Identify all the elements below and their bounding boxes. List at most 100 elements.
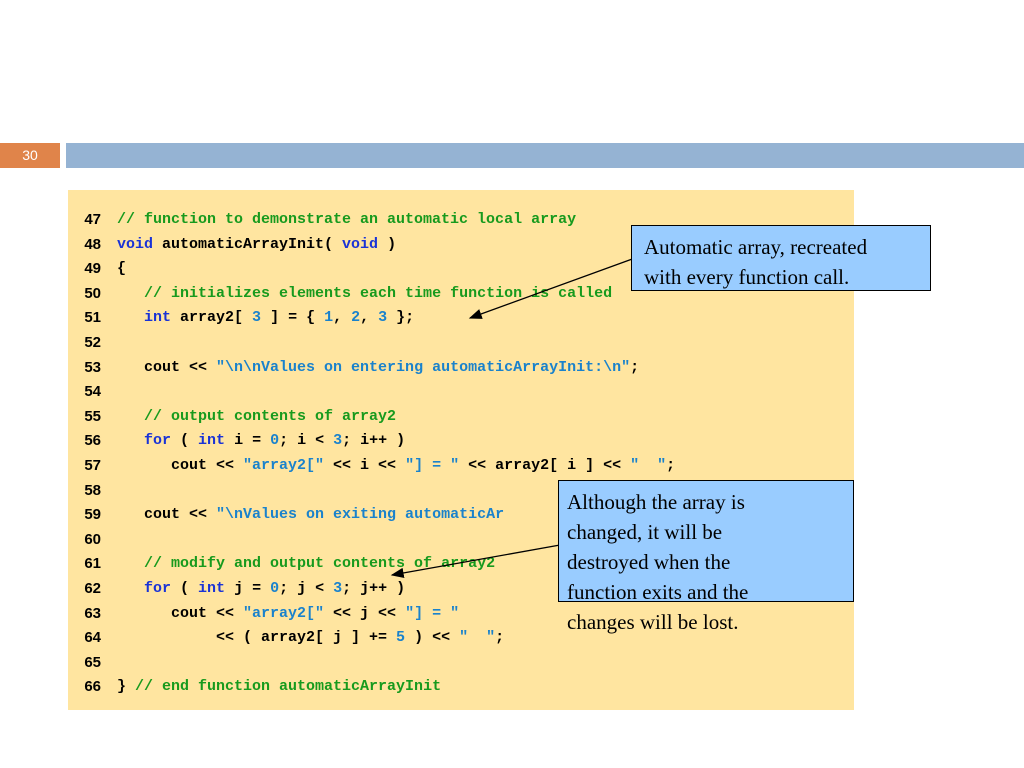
code-text: int array2[ 3 ] = { 1, 2, 3 }; (117, 306, 414, 330)
code-string: "array2[" (243, 604, 325, 622)
code-token: j = (225, 580, 271, 597)
line-number: 49 (84, 260, 101, 278)
line-number: 63 (84, 604, 101, 622)
code-line: 55 // output contents of array2 (0, 405, 800, 429)
code-text: { (117, 257, 126, 281)
code-text: void automaticArrayInit( void ) (117, 233, 396, 257)
code-token: automaticArrayInit( (153, 235, 343, 253)
code-text: cout << "\n\nValues on entering automati… (117, 356, 639, 380)
code-token: cout << (117, 506, 217, 524)
line-number: 60 (84, 530, 101, 548)
code-number: 0 (270, 580, 280, 597)
code-line: 51 int array2[ 3 ] = { 1, 2, 3 }; (0, 306, 800, 330)
code-token: cout << (117, 457, 244, 474)
callout-array-destroyed-line2: changed, it will be (567, 520, 723, 544)
code-comment: // function to demonstrate an automatic … (117, 211, 577, 228)
code-text: // modify and output contents of array2 (117, 552, 495, 576)
line-number: 52 (84, 334, 101, 351)
line-number: 57 (84, 457, 101, 474)
code-number: 1 (324, 309, 334, 327)
callout-array-destroyed-line5: changes will be lost. (567, 610, 739, 634)
code-token: ] = { (261, 309, 325, 327)
code-number: 0 (270, 432, 280, 450)
code-text: cout << "array2[" << i << "] = " << arra… (117, 454, 675, 478)
code-token: ) (378, 235, 397, 253)
code-string: "] = " (405, 604, 460, 622)
code-token: ( (171, 432, 199, 450)
code-token: << j << (324, 604, 406, 622)
line-number: 58 (84, 481, 101, 499)
callout-array-destroyed-line1: Although the array is (567, 490, 745, 514)
code-number: 3 (333, 580, 343, 597)
code-number: 3 (378, 309, 388, 327)
code-number: 2 (351, 309, 361, 327)
code-token: << array2[ i ] << (459, 457, 631, 474)
code-token: ( (171, 580, 199, 597)
code-line: 66} // end function automaticArrayInit (0, 675, 800, 699)
code-line: 56 for ( int i = 0; i < 3; i++ ) (0, 429, 800, 453)
title-bar (66, 143, 1024, 168)
code-token: ; (630, 358, 640, 376)
code-comment: // end function automaticArrayInit (135, 678, 442, 696)
code-string: "\nValues on exiting automaticAr (216, 506, 505, 524)
line-number: 56 (84, 432, 101, 450)
code-text: << ( array2[ j ] += 5 ) << " "; (117, 626, 504, 650)
code-token: cout << (117, 604, 244, 622)
code-text: for ( int i = 0; i < 3; i++ ) (117, 429, 405, 453)
code-token: , (333, 309, 352, 327)
line-number: 59 (84, 506, 101, 524)
line-number: 54 (84, 383, 101, 401)
code-token: }; (387, 309, 415, 327)
code-token: ; i < (279, 432, 334, 450)
code-token: << i << (324, 457, 406, 474)
line-number: 65 (84, 653, 101, 671)
code-token: ; j < (279, 580, 334, 597)
slide-number-box: 30 (0, 143, 60, 168)
callout-array-destroyed-line4: function exits and the (567, 580, 749, 604)
code-keyword: for (144, 580, 172, 597)
code-token: array2[ (171, 309, 253, 327)
slide-number: 30 (22, 147, 38, 163)
code-keyword: int (198, 432, 226, 450)
code-text: // function to demonstrate an automatic … (117, 208, 576, 232)
line-number: 64 (84, 629, 101, 647)
code-token: ; j++ ) (342, 580, 406, 597)
code-keyword: for (144, 432, 172, 450)
code-token: cout << (117, 358, 217, 376)
code-comment: // output contents of array2 (144, 407, 397, 425)
code-line: 54 (0, 380, 800, 404)
code-token: ; (495, 629, 505, 647)
code-token: , (360, 309, 379, 327)
callout-array-destroyed: Although the array is changed, it will b… (558, 480, 854, 634)
code-number: 3 (333, 432, 343, 450)
line-number: 50 (84, 284, 101, 302)
code-keyword: int (198, 580, 226, 597)
code-line: 52 (0, 331, 800, 355)
code-number: 5 (396, 629, 406, 647)
code-number: 3 (252, 309, 262, 327)
line-number: 51 (84, 309, 101, 327)
line-number: 48 (84, 235, 101, 253)
code-comment: // initializes elements each time functi… (144, 284, 613, 302)
code-token: ) << (405, 629, 460, 647)
line-number: 55 (84, 407, 101, 425)
code-token: ; i++ ) (342, 432, 406, 450)
code-text: cout << "array2[" << j << "] = " (117, 602, 459, 626)
code-string: "] = " (405, 457, 460, 474)
code-line: 65 (0, 651, 800, 675)
code-text: // output contents of array2 (117, 405, 396, 429)
code-token: ; (666, 457, 676, 474)
callout-automatic-array-line1: Automatic array, recreated (644, 235, 868, 259)
line-number: 61 (84, 555, 101, 573)
code-text: cout << "\nValues on exiting automaticAr (117, 503, 504, 527)
code-line: 57 cout << "array2[" << i << "] = " << a… (0, 454, 800, 478)
callout-automatic-array-line2: with every function call. (644, 265, 850, 289)
line-number: 62 (84, 580, 101, 597)
code-keyword: void (342, 235, 379, 253)
code-string: " " (630, 457, 667, 474)
